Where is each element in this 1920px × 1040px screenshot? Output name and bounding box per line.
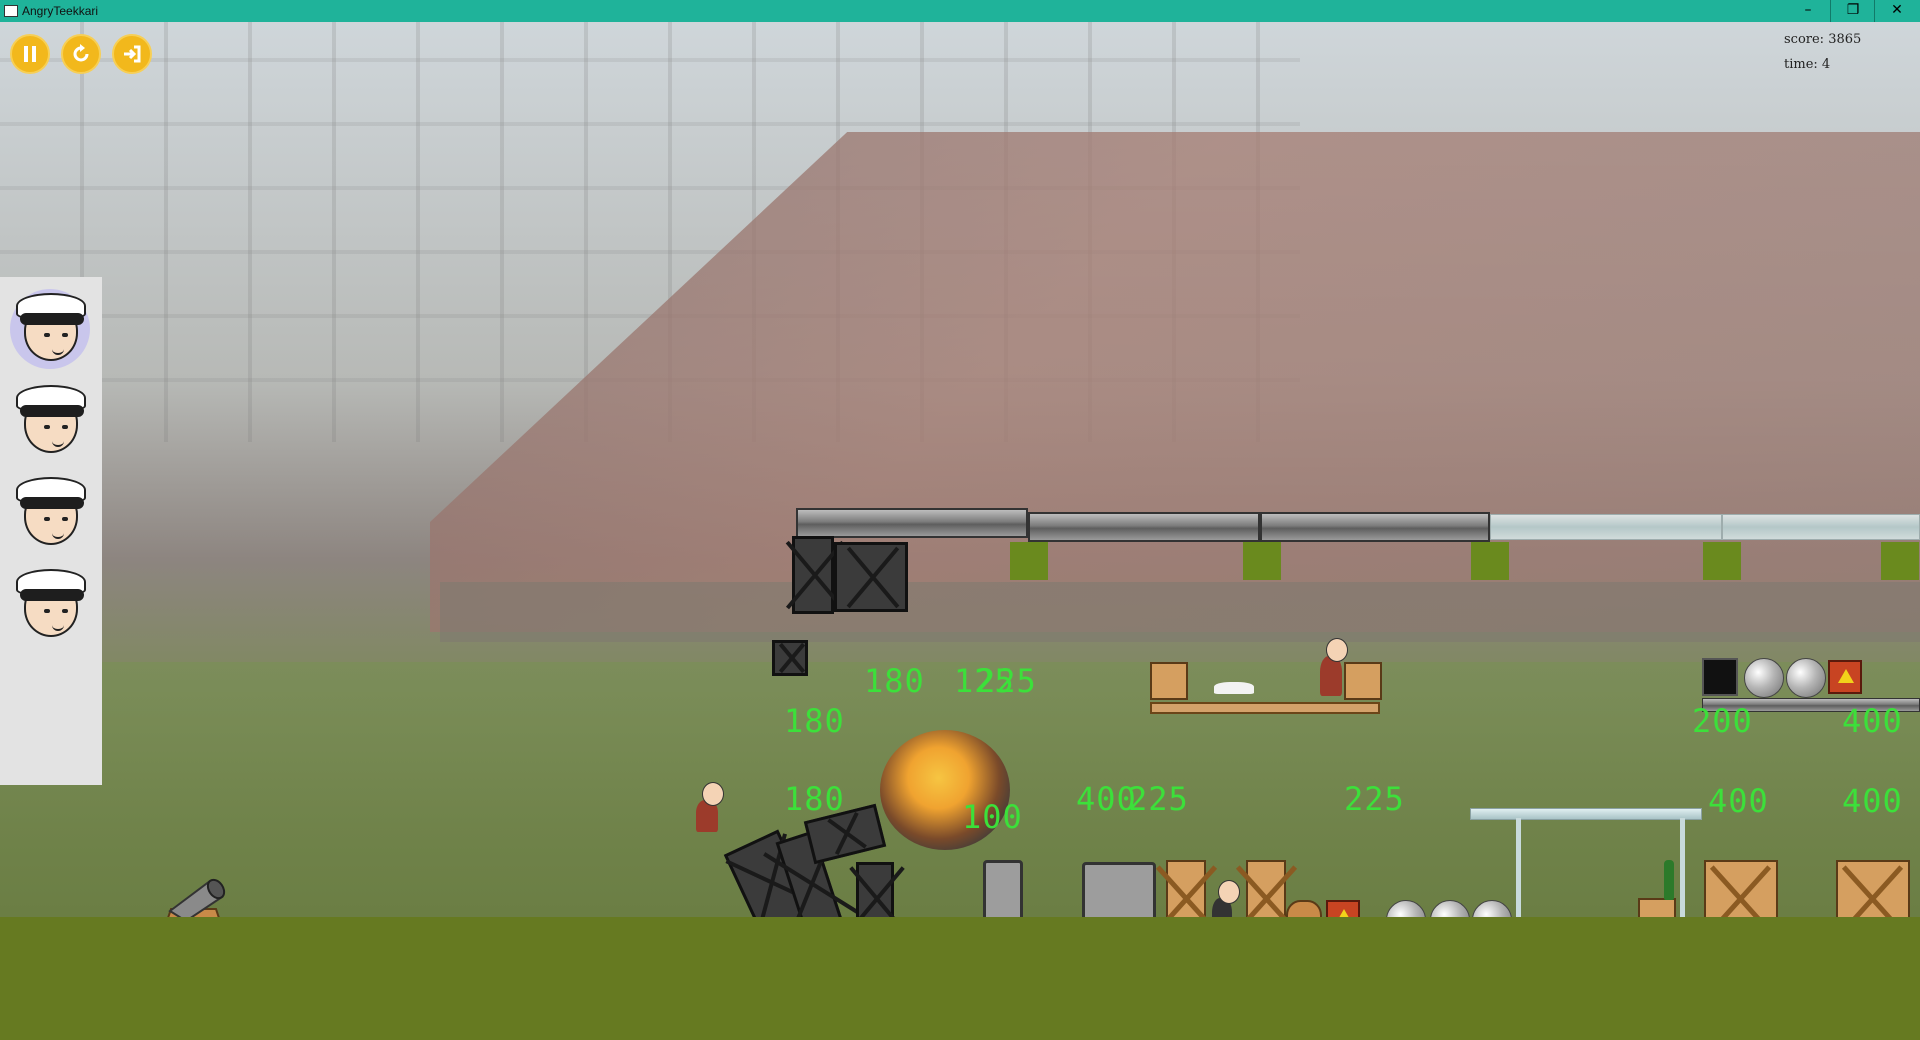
enemy-character	[1320, 638, 1348, 696]
glass-table	[1470, 808, 1702, 820]
debug-label: 200	[1692, 702, 1753, 740]
cap-visor	[20, 313, 84, 325]
app-icon	[4, 5, 18, 17]
bottle	[1664, 860, 1674, 900]
minimize-button[interactable]: –	[1786, 0, 1830, 22]
dark-crate	[834, 542, 908, 612]
steel-beam	[1028, 512, 1260, 542]
glass-table-leg	[1516, 818, 1521, 917]
exit-icon	[124, 45, 141, 63]
wood-crate	[1166, 860, 1206, 917]
enemy-character	[1212, 880, 1240, 917]
cap-visor	[20, 497, 84, 509]
wood-plank	[1150, 702, 1380, 714]
support-block	[1703, 542, 1741, 580]
eye	[44, 333, 50, 337]
pause-icon	[24, 46, 36, 62]
debug-label: 400	[1842, 782, 1903, 820]
exit-button[interactable]	[112, 34, 152, 74]
support-block	[1010, 542, 1048, 580]
ground	[0, 917, 1920, 1040]
steel-block	[983, 860, 1023, 917]
debug-label: 225	[976, 662, 1037, 700]
dark-crate	[772, 640, 808, 676]
debug-label: 180	[784, 702, 845, 740]
eye	[62, 425, 68, 429]
glass-beam	[1722, 514, 1920, 540]
support-block	[1471, 542, 1509, 580]
dark-crate	[792, 536, 834, 614]
time-display: time: 4	[1784, 57, 1831, 72]
wood-crate	[1836, 860, 1910, 917]
wood-crate	[1344, 662, 1382, 700]
cannon-launcher[interactable]	[156, 873, 230, 917]
debug-label: 180	[864, 662, 925, 700]
debug-label: 225	[1128, 780, 1189, 818]
steel-ball	[1744, 658, 1784, 698]
score-display: score: 3865	[1784, 32, 1862, 47]
restart-icon	[73, 44, 89, 62]
steel-beam	[796, 508, 1028, 538]
cap-visor	[20, 405, 84, 417]
eye	[62, 333, 68, 337]
barrel	[1286, 900, 1322, 917]
ammo-teekkari[interactable]	[10, 473, 90, 553]
window-title: AngryTeekkari	[22, 4, 99, 18]
ammo-teekkari[interactable]	[10, 381, 90, 461]
steel-ball	[1786, 658, 1826, 698]
window-titlebar: AngryTeekkari – ❐ ✕	[0, 0, 1920, 22]
steel-block	[1082, 862, 1156, 917]
eye	[44, 425, 50, 429]
ammo-teekkari[interactable]	[10, 565, 90, 645]
debug-label: 400	[1842, 702, 1903, 740]
wood-crate	[1246, 860, 1286, 917]
wood-crate	[1150, 662, 1188, 700]
dark-crate	[856, 862, 894, 917]
maximize-button[interactable]: ❐	[1830, 0, 1875, 22]
steel-beam	[1260, 512, 1490, 542]
eye	[62, 609, 68, 613]
tnt-crate	[1326, 900, 1360, 917]
tnt-crate	[1828, 660, 1862, 694]
enemy-character-down	[1214, 682, 1254, 694]
close-button[interactable]: ✕	[1874, 0, 1919, 22]
debug-label: 180	[784, 780, 845, 818]
glass-beam	[1490, 514, 1722, 540]
cap-visor	[20, 589, 84, 601]
ammo-teekkari-selected[interactable]	[10, 289, 90, 369]
debug-label: 100	[962, 798, 1023, 836]
debug-label: 225	[1344, 780, 1405, 818]
wood-crate	[1638, 898, 1676, 917]
support-block	[1881, 542, 1919, 580]
game-scene[interactable]: 180 125 225 180 180 100 400 225 225 200 …	[0, 22, 1920, 917]
wood-crate	[1704, 860, 1778, 917]
ammo-panel	[0, 277, 102, 785]
pause-button[interactable]	[10, 34, 50, 74]
eye	[44, 517, 50, 521]
restart-button[interactable]	[61, 34, 101, 74]
support-block	[1243, 542, 1281, 580]
debug-label: 400	[1708, 782, 1769, 820]
eye	[44, 609, 50, 613]
eye	[62, 517, 68, 521]
background-wall	[440, 582, 1920, 642]
bomb-block	[1702, 658, 1738, 696]
enemy-character	[696, 782, 724, 832]
glass-table-leg	[1680, 818, 1685, 917]
